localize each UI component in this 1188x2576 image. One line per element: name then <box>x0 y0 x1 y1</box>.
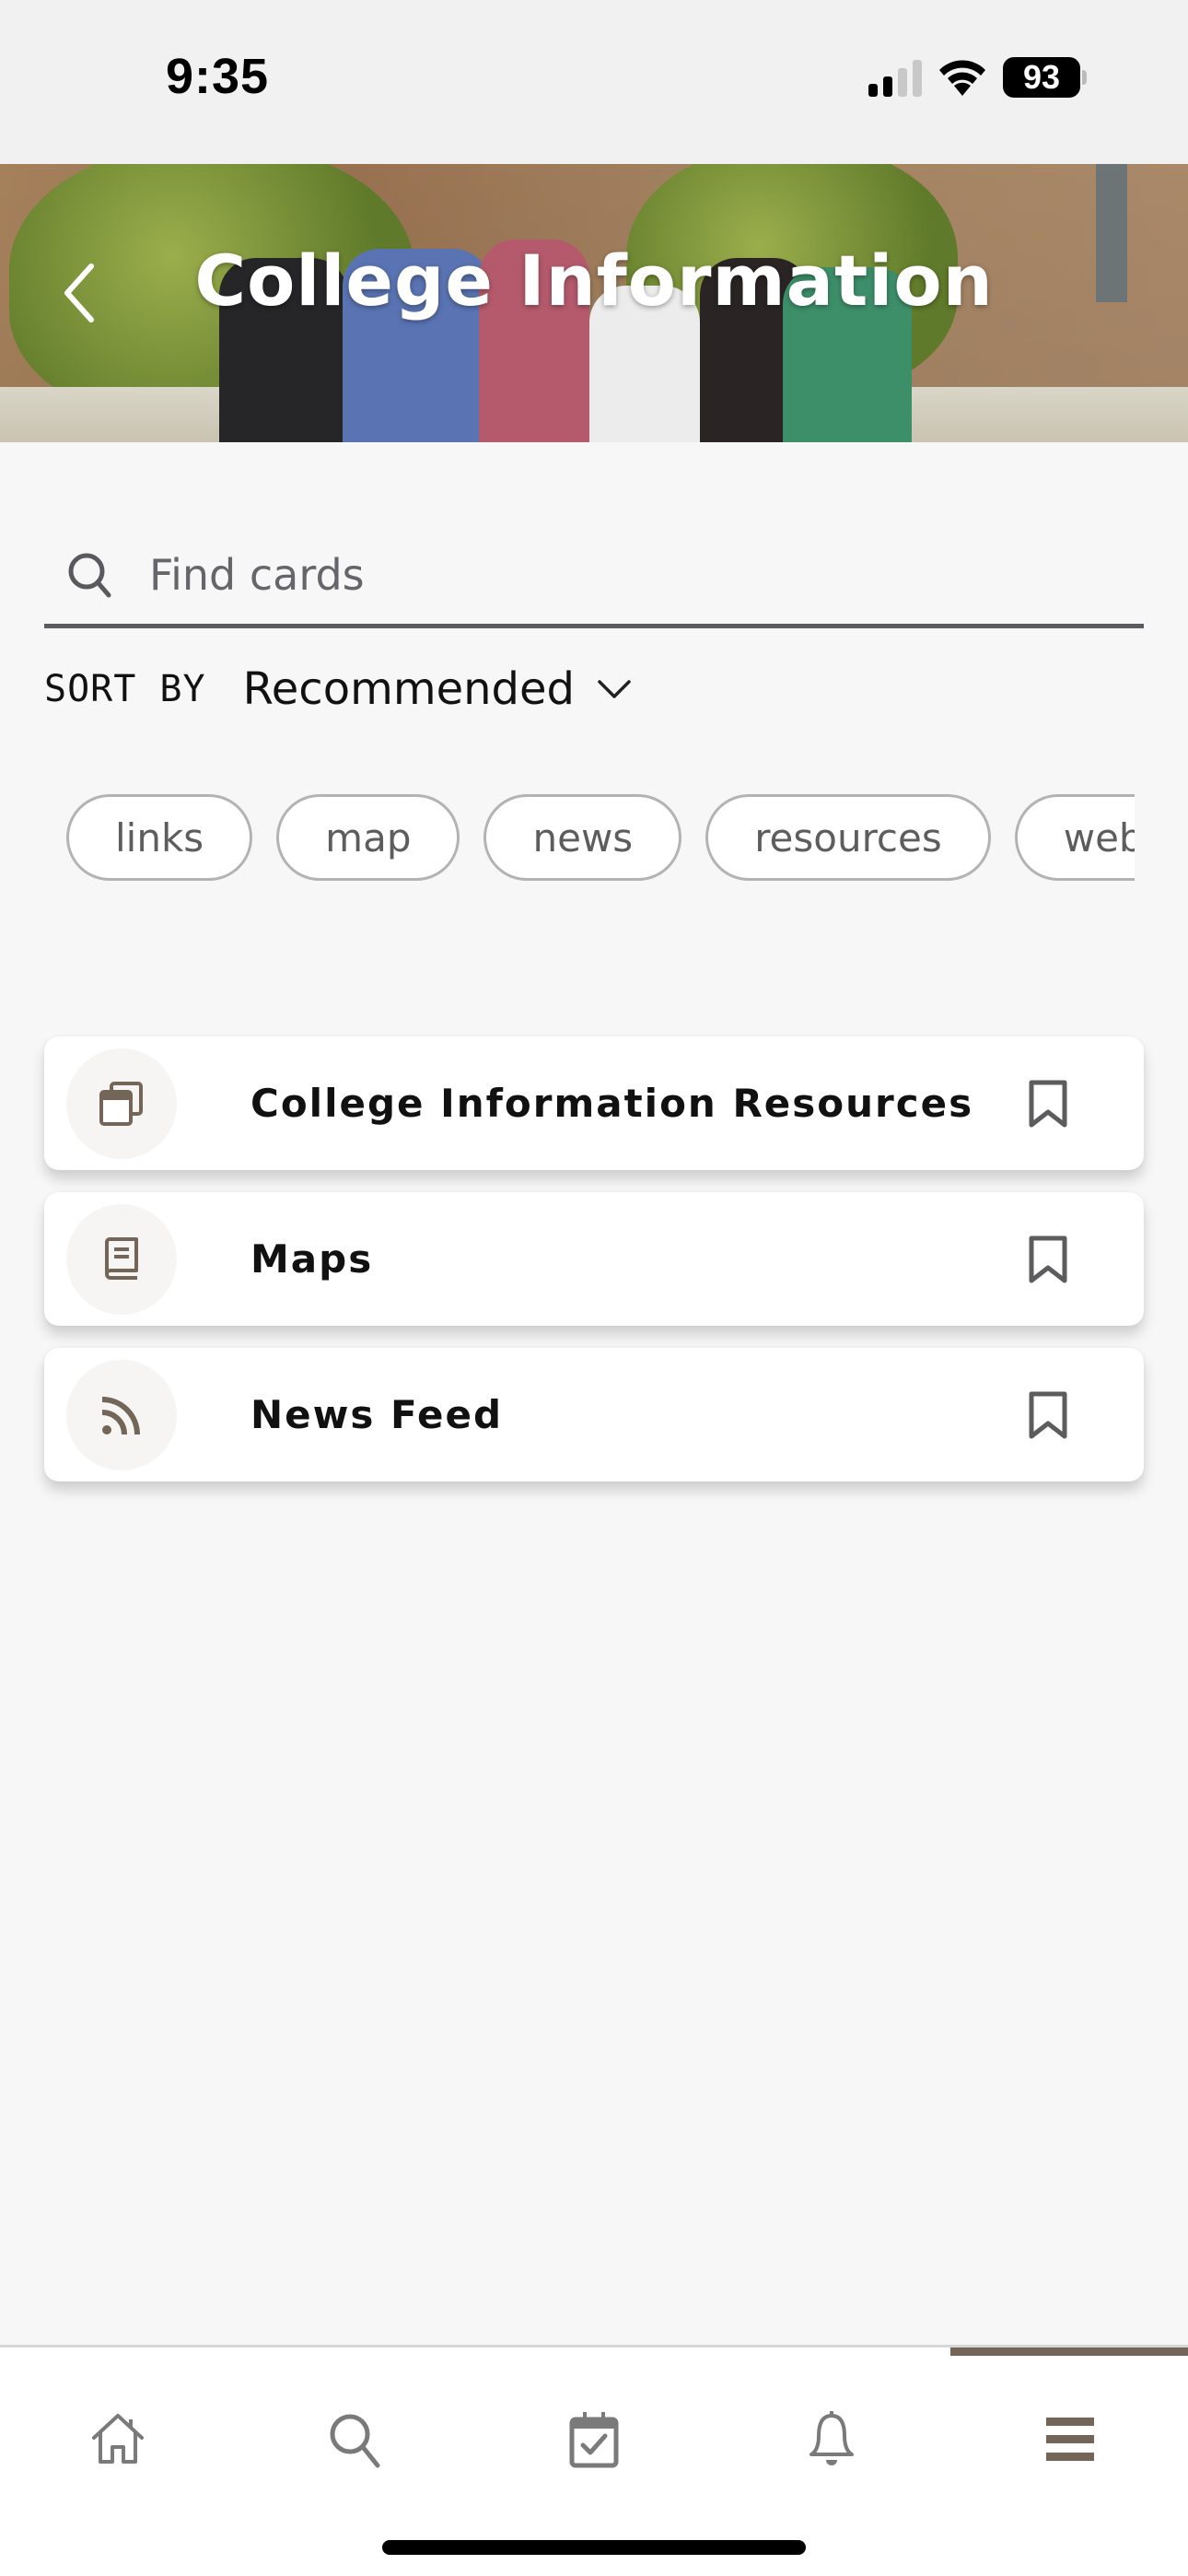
card-college-information-resources[interactable]: College Information Resources <box>44 1036 1144 1170</box>
rss-icon <box>101 1396 140 1434</box>
bookmark-icon[interactable] <box>1028 1390 1068 1440</box>
card-list: College Information Resources Maps News … <box>44 1036 1144 1504</box>
status-icons: 93 <box>868 57 1087 98</box>
search-bar <box>44 525 1144 628</box>
search-input[interactable] <box>149 549 1070 600</box>
menu-icon <box>1046 2418 1094 2461</box>
chevron-down-icon <box>598 680 631 698</box>
nav-home[interactable] <box>72 2394 164 2486</box>
card-icon-container <box>66 1203 177 1315</box>
battery-icon: 93 <box>1003 57 1087 98</box>
home-icon <box>92 2414 144 2464</box>
calendar-check-icon <box>569 2412 619 2468</box>
sort-selected-value: Recommended <box>242 663 575 715</box>
bookmark-icon[interactable] <box>1028 1079 1068 1129</box>
active-tab-indicator <box>950 2348 1188 2356</box>
nav-notifications[interactable] <box>786 2394 878 2486</box>
card-title: College Information Resources <box>250 1081 974 1126</box>
search-icon <box>68 553 111 597</box>
status-time: 9:35 <box>166 49 270 104</box>
sort-label: SORT BY <box>44 668 206 710</box>
wifi-icon <box>939 60 985 96</box>
card-news-feed[interactable]: News Feed <box>44 1348 1144 1481</box>
home-indicator[interactable] <box>382 2540 806 2555</box>
filter-chip-resources[interactable]: resources <box>705 794 991 881</box>
filter-chip-links[interactable]: links <box>66 794 253 881</box>
search-icon <box>330 2414 380 2468</box>
card-title: News Feed <box>250 1392 504 1437</box>
windows-icon <box>99 1081 143 1126</box>
nav-search[interactable] <box>309 2394 402 2486</box>
sort-control: SORT BY Recommended <box>44 663 632 715</box>
card-title: Maps <box>250 1236 374 1282</box>
filter-chip-map[interactable]: map <box>276 794 460 881</box>
card-icon-container <box>66 1359 177 1470</box>
filter-chip-web[interactable]: web <box>1014 794 1135 881</box>
status-bar: 9:35 93 <box>0 0 1188 164</box>
cellular-signal-icon <box>868 58 922 97</box>
bookmark-icon[interactable] <box>1028 1235 1068 1284</box>
sort-dropdown[interactable]: Recommended <box>243 663 632 715</box>
card-maps[interactable]: Maps <box>44 1192 1144 1326</box>
nav-calendar[interactable] <box>548 2394 640 2486</box>
nav-menu[interactable] <box>1024 2394 1116 2486</box>
bell-icon <box>809 2411 854 2465</box>
page-title: College Information <box>194 240 994 322</box>
card-icon-container <box>66 1048 177 1159</box>
filter-chip-news[interactable]: news <box>483 794 682 881</box>
header-banner: College Information <box>0 164 1188 442</box>
book-icon <box>105 1236 138 1280</box>
battery-level: 93 <box>1003 57 1080 98</box>
filter-chips: links map news resources web <box>66 794 1135 881</box>
